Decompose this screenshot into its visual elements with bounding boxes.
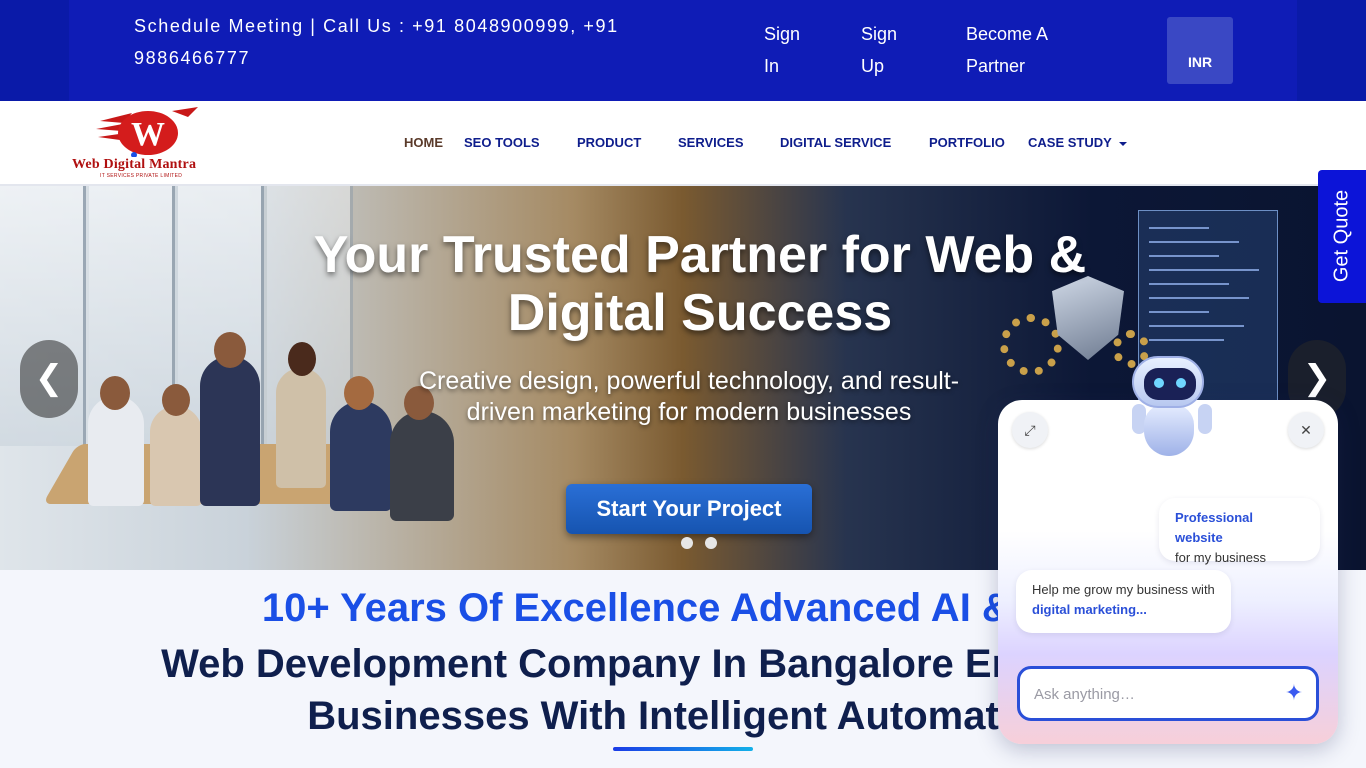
code-line xyxy=(1149,255,1219,257)
close-icon[interactable]: ✕ xyxy=(1288,412,1324,448)
get-quote-label: Get Quote xyxy=(1330,189,1353,283)
chatbot-mascot[interactable] xyxy=(1128,356,1218,456)
caret-down-icon xyxy=(1118,141,1127,146)
person-head xyxy=(214,332,246,368)
become-partner-link[interactable]: Become A Partner xyxy=(966,18,1066,82)
main-navbar: W Web Digital Mantra IT SERVICES PRIVATE… xyxy=(0,101,1366,186)
expand-icon[interactable]: ⤢ xyxy=(1012,412,1048,448)
person-figure xyxy=(330,401,392,511)
contact-info: Schedule Meeting | Call Us : +91 8048900… xyxy=(134,16,619,68)
nav-services[interactable]: SERVICES xyxy=(678,135,744,150)
robot-eye xyxy=(1154,378,1164,388)
robot-arm xyxy=(1198,404,1212,434)
code-line xyxy=(1149,227,1209,229)
carousel-dot[interactable] xyxy=(681,537,693,549)
person-figure xyxy=(200,356,260,506)
svg-text:W: W xyxy=(131,116,165,153)
code-line xyxy=(1149,241,1239,243)
person-figure xyxy=(150,406,202,506)
nav-seo-tools[interactable]: SEO TOOLS xyxy=(464,135,540,150)
suggestion-bubble[interactable]: Help me grow my business with digital ma… xyxy=(1016,570,1231,633)
code-line xyxy=(1149,283,1229,285)
logo-name: Web Digital Mantra xyxy=(72,157,197,172)
robot-face xyxy=(1144,368,1196,400)
code-line xyxy=(1149,269,1259,271)
get-quote-tab[interactable]: Get Quote xyxy=(1318,170,1366,303)
nav-case-study[interactable]: CASE STUDY xyxy=(1028,135,1127,150)
nav-home[interactable]: HOME xyxy=(404,135,443,150)
nav-case-study-label: CASE STUDY xyxy=(1028,135,1112,150)
hero-subtitle: Creative design, powerful technology, an… xyxy=(418,367,960,426)
person-figure xyxy=(276,368,326,488)
nav-digital-service[interactable]: DIGITAL SERVICE xyxy=(780,135,891,150)
headline-underline xyxy=(613,747,753,751)
sign-up-link[interactable]: Sign Up xyxy=(861,18,911,82)
person-figure xyxy=(88,396,144,506)
start-project-button[interactable]: Start Your Project xyxy=(566,484,812,534)
currency-button[interactable]: INR xyxy=(1167,17,1233,84)
sparkle-icon[interactable]: ✦ xyxy=(1280,679,1308,707)
suggestion-text: Help me grow my business with xyxy=(1032,582,1215,597)
carousel-dot[interactable] xyxy=(705,537,717,549)
nav-product[interactable]: PRODUCT xyxy=(577,135,641,150)
sign-in-link[interactable]: Sign In xyxy=(764,18,814,82)
robot-head xyxy=(1132,356,1204,408)
suggestion-bold: digital marketing... xyxy=(1032,602,1147,617)
person-head xyxy=(288,342,316,376)
logo-mark-icon: W xyxy=(96,107,198,157)
robot-eye xyxy=(1176,378,1186,388)
person-head xyxy=(100,376,130,410)
chat-input-box: ✦ xyxy=(1017,666,1319,721)
nav-portfolio[interactable]: PORTFOLIO xyxy=(929,135,1005,150)
robot-body xyxy=(1144,404,1194,456)
logo-tagline: IT SERVICES PRIVATE LIMITED xyxy=(100,173,183,179)
suggestion-bold: Professional website xyxy=(1175,510,1254,545)
suggestion-bubble[interactable]: Professional website for my business xyxy=(1159,498,1320,565)
chat-input[interactable] xyxy=(1034,683,1274,705)
code-line xyxy=(1149,325,1244,327)
hero-title: Your Trusted Partner for Web & Digital S… xyxy=(313,226,1087,342)
person-head xyxy=(344,376,374,410)
code-line xyxy=(1149,339,1224,341)
suggestion-text: for my business xyxy=(1175,550,1267,565)
code-line xyxy=(1149,311,1209,313)
top-bar: Schedule Meeting | Call Us : +91 8048900… xyxy=(0,0,1366,101)
carousel-prev-button[interactable]: ❮ xyxy=(20,340,78,418)
site-logo[interactable]: W Web Digital Mantra IT SERVICES PRIVATE… xyxy=(72,107,222,179)
code-line xyxy=(1149,297,1249,299)
person-head xyxy=(162,384,190,416)
